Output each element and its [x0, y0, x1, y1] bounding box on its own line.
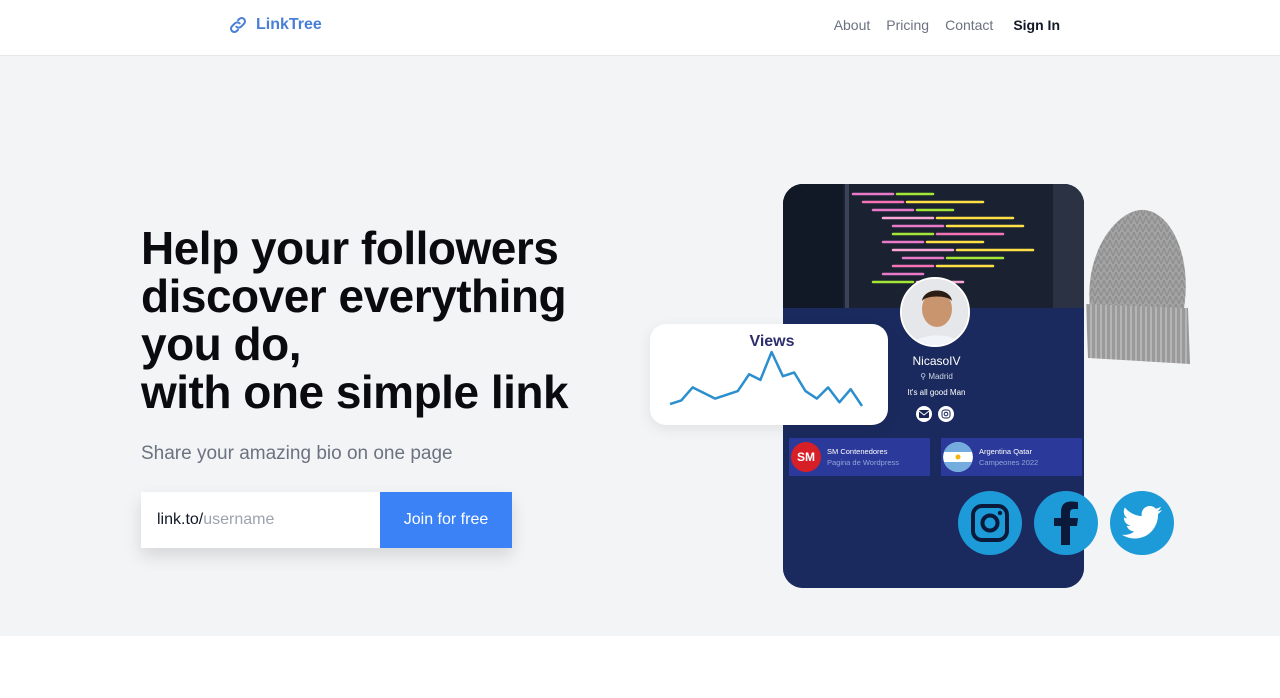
join-button[interactable]: Join for free: [380, 492, 512, 548]
link-prefix: link.to/: [157, 511, 204, 528]
profile-location-text: Madrid: [928, 372, 953, 381]
map-pin-icon: ⚲: [920, 372, 927, 381]
link-title: Argentina Qatar: [979, 447, 1032, 456]
sm-logo-text: SM: [797, 450, 815, 464]
hero-section: Help your followers discover everything …: [0, 56, 1280, 636]
sm-logo: SM: [791, 442, 821, 472]
headline-line-3: you do,: [141, 318, 302, 370]
views-line: [669, 350, 864, 407]
site-header: LinkTree About Pricing Contact Sign In: [0, 0, 1280, 56]
hero-subtitle: Share your amazing bio on one page: [141, 443, 453, 464]
profile-social-icons: [916, 406, 954, 422]
link-subtitle: Pagina de Wordpress: [827, 458, 899, 467]
views-sparkline: [669, 350, 864, 407]
beanie-image: [1080, 208, 1194, 368]
link-title: SM Contenedores: [827, 447, 888, 456]
headline-line-2: discover everything: [141, 270, 567, 322]
username-input[interactable]: [203, 511, 364, 529]
link-subtitle: Campeones 2022: [979, 458, 1039, 467]
instagram-icon: [958, 491, 1022, 555]
nav-pricing-link[interactable]: Pricing: [886, 17, 929, 33]
mail-icon: [916, 406, 932, 422]
facebook-icon: [1034, 491, 1098, 555]
headline-line-4: with one simple link: [141, 366, 569, 418]
link-icon: [228, 15, 248, 35]
instagram-small-icon: [938, 406, 954, 422]
nav-about-link[interactable]: About: [834, 17, 871, 33]
views-chart-card: Views: [650, 324, 888, 425]
link-card-argentina-qatar: Argentina Qatar Campeones 2022: [941, 438, 1082, 476]
signup-form: link.to/ Join for free: [141, 492, 512, 548]
profile-avatar: [900, 277, 970, 347]
sign-in-link[interactable]: Sign In: [1013, 17, 1060, 33]
username-field[interactable]: link.to/: [141, 492, 380, 548]
page-bottom-area: [0, 636, 1280, 698]
headline-line-1: Help your followers: [141, 222, 559, 274]
main-nav: About Pricing Contact Sign In: [834, 17, 1060, 33]
brand-name: LinkTree: [256, 16, 322, 33]
hero-headline: Help your followers discover everything …: [141, 224, 611, 416]
argentina-flag-icon: [943, 442, 973, 472]
link-card-sm-contenedores: SM SM Contenedores Pagina de Wordpress: [789, 438, 930, 476]
nav-contact-link[interactable]: Contact: [945, 17, 993, 33]
twitter-icon: [1110, 491, 1174, 555]
brand-logo-link[interactable]: LinkTree: [228, 15, 322, 35]
